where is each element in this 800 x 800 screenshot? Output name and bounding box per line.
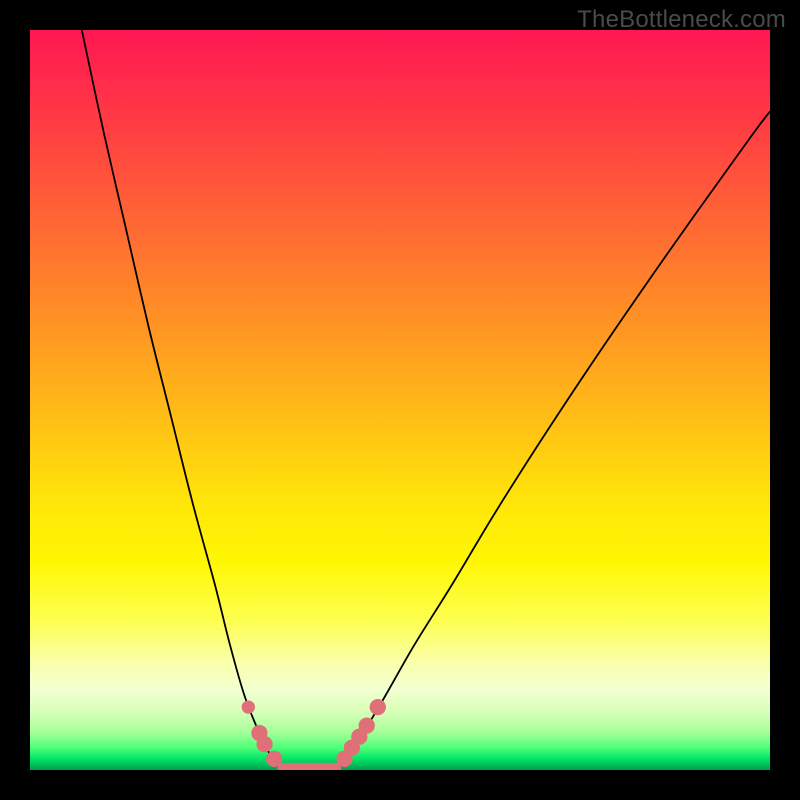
chart-svg [30,30,770,770]
marker-group [242,699,386,767]
right-dot-5 [370,699,386,715]
right-curve [337,111,770,770]
right-dot-4 [359,717,375,733]
watermark-text: TheBottleneck.com [577,6,786,34]
left-dot-3 [266,751,282,767]
left-dot-2 [256,736,272,752]
plot-area [30,30,770,770]
valley-pill [278,763,342,770]
left-curve [82,30,282,770]
left-small-dot [242,700,255,713]
figure-root: TheBottleneck.com [0,0,800,800]
